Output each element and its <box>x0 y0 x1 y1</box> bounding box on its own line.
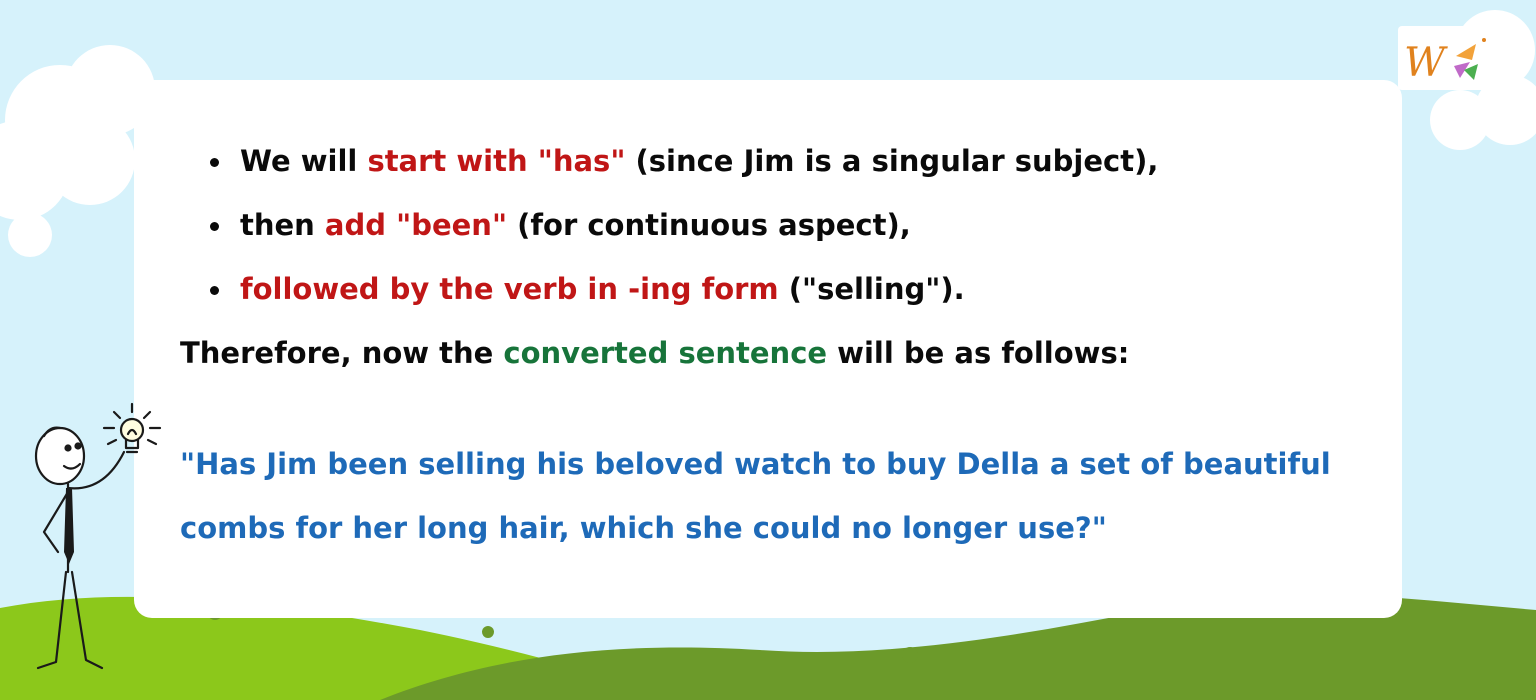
conclusion-pre: Therefore, now the <box>180 336 504 370</box>
bullet-post: (since Jim is a singular subject), <box>625 144 1159 178</box>
bullet-pre: then <box>240 208 325 242</box>
bullet-highlight: followed by the verb in -ing form <box>240 272 779 306</box>
bullet-pre: We will <box>240 144 368 178</box>
bullet-highlight: add "been" <box>324 208 508 242</box>
brand-logo-icon: W <box>1398 26 1494 90</box>
bullet-post: ("selling"). <box>778 272 965 306</box>
converted-sentence: "Has Jim been selling his beloved watch … <box>180 447 1331 545</box>
bullet-highlight: start with "has" <box>367 144 626 178</box>
lightbulb-icon <box>102 402 162 454</box>
conclusion-line: Therefore, now the converted sentence wi… <box>180 330 1129 376</box>
svg-text:W: W <box>1404 40 1448 86</box>
conclusion-highlight: converted sentence <box>503 336 828 370</box>
bullet-item: We will start with "has" (since Jim is a… <box>206 138 1158 202</box>
bullet-post: (for continuous aspect), <box>507 208 911 242</box>
bullet-list: We will start with "has" (since Jim is a… <box>206 138 1158 330</box>
conclusion-post: will be as follows: <box>827 336 1130 370</box>
bullet-item: then add "been" (for continuous aspect), <box>206 202 1158 266</box>
bullet-item: followed by the verb in -ing form ("sell… <box>206 266 1158 330</box>
stick-figure-lightbulb-icon <box>34 402 162 670</box>
